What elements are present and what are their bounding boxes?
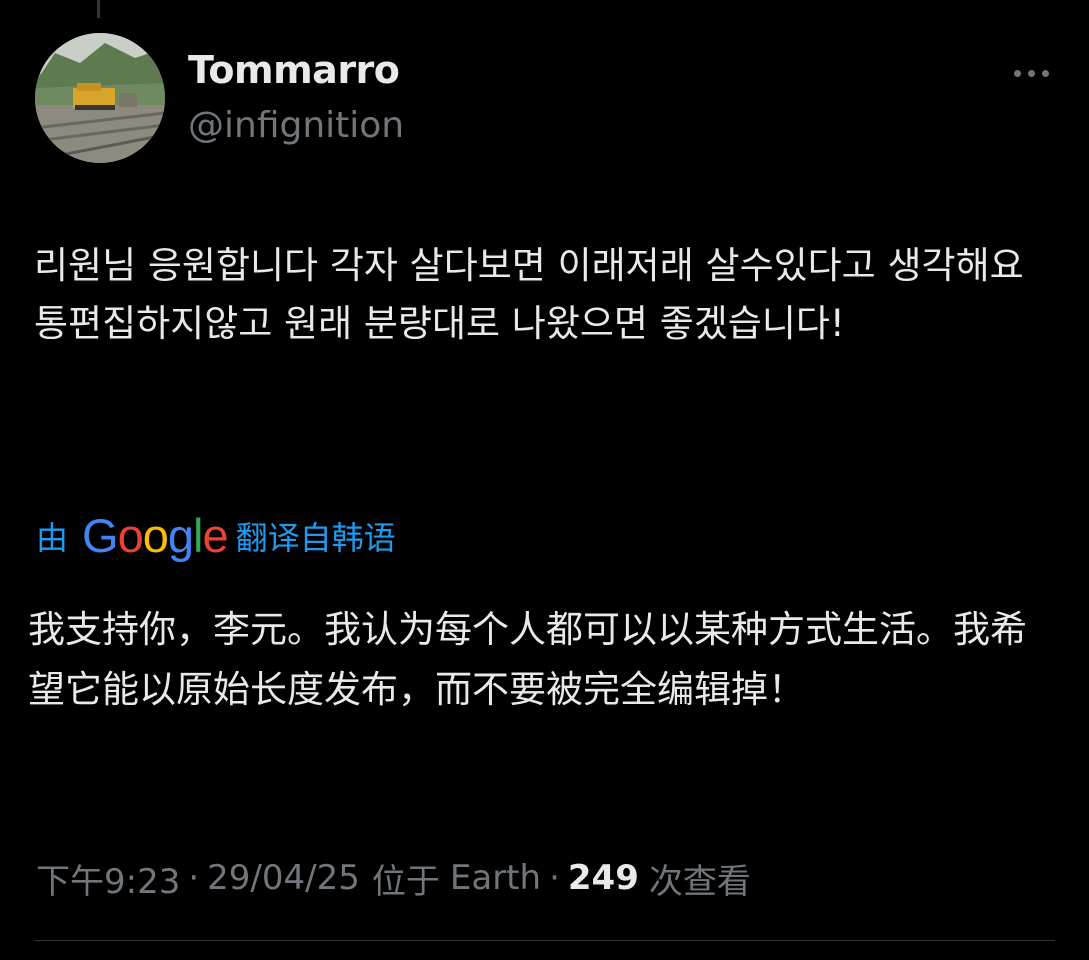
- tweet-metadata: 下午9:23 · 29/04/25 位于 Earth · 249 次查看: [36, 852, 751, 904]
- more-options-button[interactable]: [1008, 70, 1054, 118]
- translated-text: 我支持你，李元。我认为每个人都可以以某种方式生活。我希望它能以原始长度发布，而不…: [28, 608, 1027, 711]
- views-count[interactable]: 249: [568, 858, 639, 898]
- tweet-date[interactable]: 29/04/25: [207, 858, 360, 898]
- views-label: 次查看: [648, 861, 751, 902]
- thread-connector-line: [97, 0, 100, 18]
- meta-separator: ·: [188, 858, 200, 898]
- author-handle[interactable]: @infignition: [188, 100, 404, 152]
- translation-prefix: 由: [36, 519, 69, 557]
- google-logo: Google: [82, 509, 229, 562]
- location-label: 位于: [371, 861, 440, 902]
- tweet-text: 리원님 응원합니다 각자 살다보면 이래저래 살수있다고 생각해요 통편집하지않…: [34, 244, 1024, 345]
- avatar-railway-photo: [35, 33, 165, 163]
- divider: [34, 940, 1055, 941]
- tweet-time[interactable]: 下午9:23: [36, 854, 180, 903]
- avatar[interactable]: [35, 33, 165, 163]
- tweet-location: Earth: [449, 858, 542, 898]
- translation-source-language: 翻译自韩语: [235, 519, 396, 557]
- meta-separator: ·: [549, 858, 560, 898]
- translation-attribution[interactable]: 由 Google 翻译自韩语: [36, 506, 396, 566]
- author-display-name[interactable]: Tommarro: [188, 44, 400, 96]
